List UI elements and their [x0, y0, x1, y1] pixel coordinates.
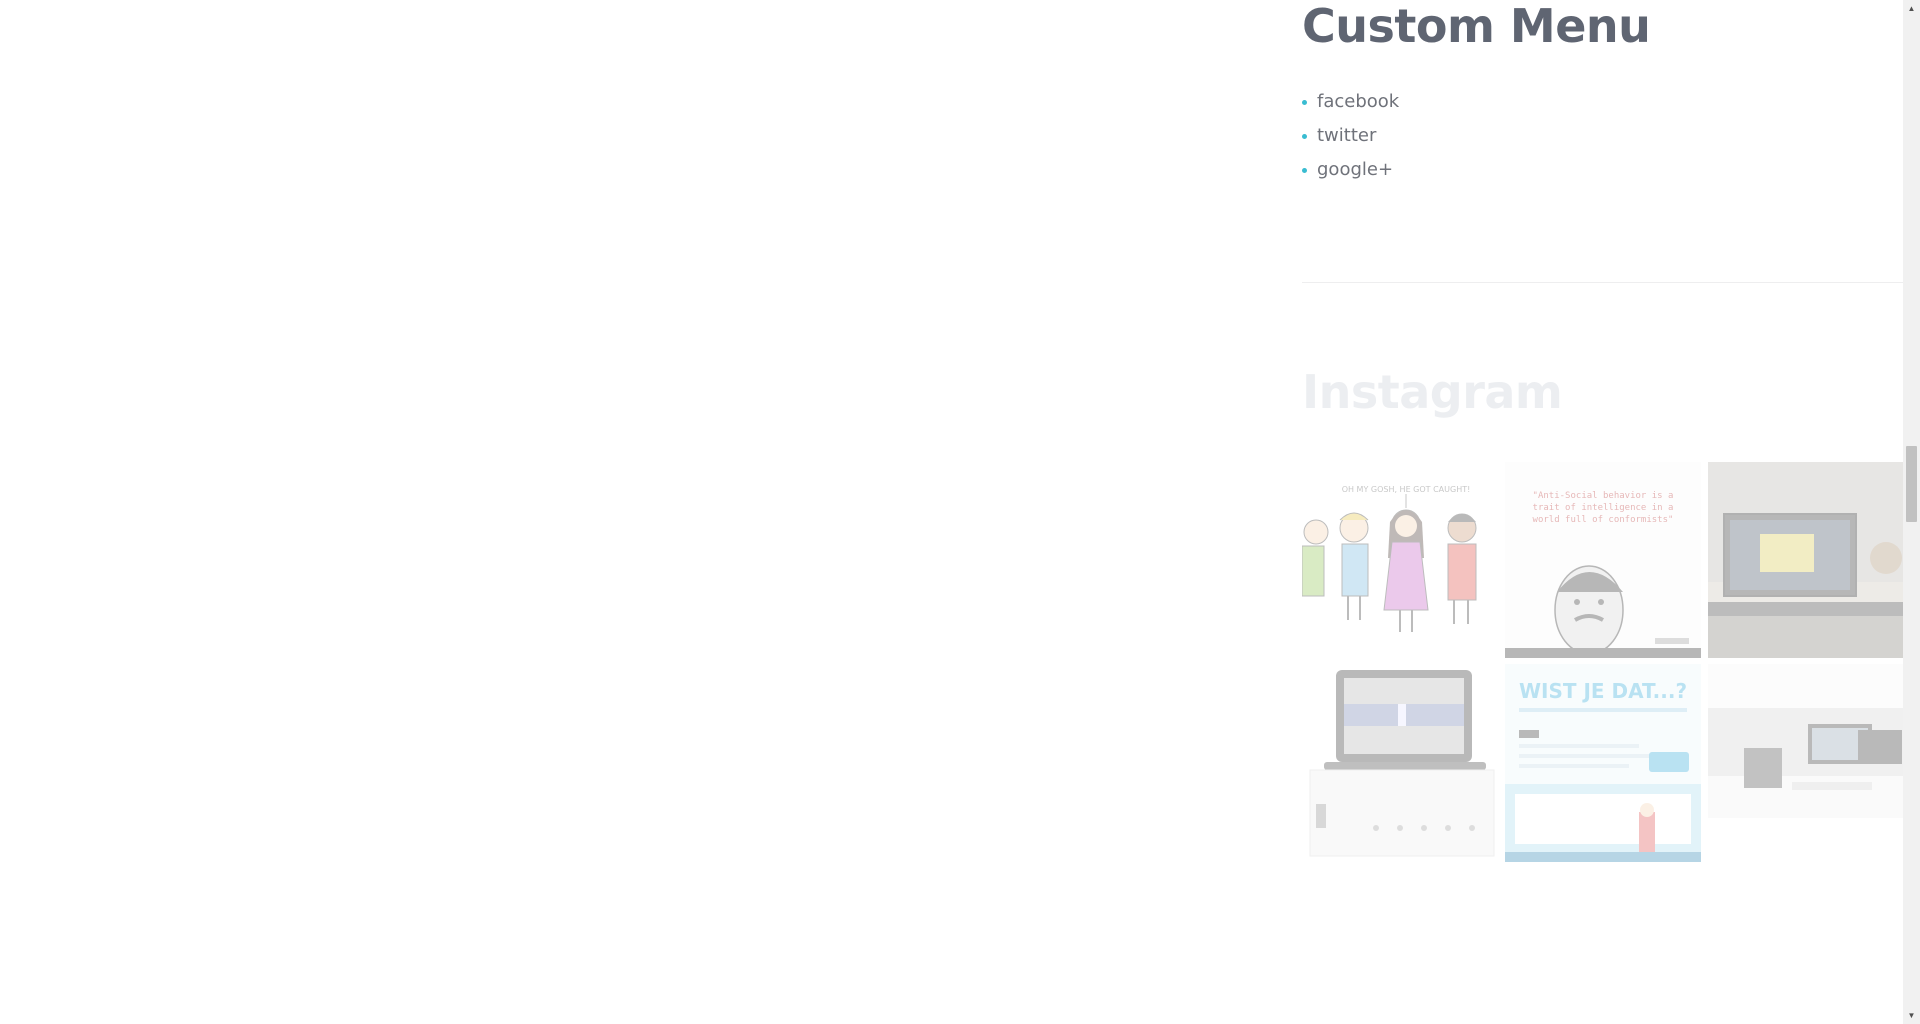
- page: Custom Menu facebook twitter google+ Ins…: [0, 0, 1920, 1024]
- tesla-quote-text: "Anti-Social behavior is a trait of inte…: [1532, 491, 1674, 525]
- workstation-photo: [1708, 664, 1904, 862]
- menu-item-facebook: facebook: [1302, 90, 1904, 124]
- menu-link-facebook[interactable]: facebook: [1317, 91, 1399, 112]
- instagram-grid: OH MY GOSH, HE GOT CAUGHT! "Anti-Social …: [1302, 462, 1904, 862]
- widget-divider: [1302, 282, 1904, 283]
- instagram-tile-wist-je-dat[interactable]: WIST JE DAT...?: [1505, 664, 1701, 862]
- custom-menu-list: facebook twitter google+: [1302, 90, 1904, 192]
- instagram-tile-tesla[interactable]: "Anti-Social behavior is a trait of inte…: [1505, 462, 1701, 658]
- scrollbar-thumb[interactable]: [1906, 446, 1917, 522]
- bullet-icon: [1302, 100, 1307, 105]
- menu-item-twitter: twitter: [1302, 124, 1904, 158]
- cartoon-caption: OH MY GOSH, HE GOT CAUGHT!: [1342, 485, 1471, 494]
- wist-je-dat-poster: WIST JE DAT...?: [1505, 664, 1701, 862]
- scroll-up-arrow-icon[interactable]: ▲: [1903, 0, 1920, 17]
- laptop-on-stand-photo: [1302, 664, 1498, 862]
- monitor-desk-photo: [1708, 462, 1904, 658]
- cartoon-group-image: OH MY GOSH, HE GOT CAUGHT!: [1302, 462, 1498, 658]
- bullet-icon: [1302, 134, 1307, 139]
- bullet-icon: [1302, 168, 1307, 173]
- instagram-tile-workstation[interactable]: [1708, 664, 1904, 862]
- instagram-tile-cartoon[interactable]: OH MY GOSH, HE GOT CAUGHT!: [1302, 462, 1498, 658]
- instagram-title: Instagram: [1302, 365, 1563, 419]
- menu-link-google-plus[interactable]: google+: [1317, 159, 1393, 180]
- vertical-scrollbar[interactable]: ▲ ▼: [1903, 0, 1920, 1024]
- tesla-quote-image: "Anti-Social behavior is a trait of inte…: [1505, 462, 1701, 658]
- instagram-tile-monitor[interactable]: [1708, 462, 1904, 658]
- instagram-tile-laptop[interactable]: [1302, 664, 1498, 862]
- menu-link-twitter[interactable]: twitter: [1317, 125, 1376, 146]
- poster-headline: WIST JE DAT...?: [1519, 679, 1687, 703]
- custom-menu-title: Custom Menu: [1302, 0, 1651, 53]
- sidebar: Custom Menu facebook twitter google+ Ins…: [1302, 0, 1904, 862]
- scroll-down-arrow-icon[interactable]: ▼: [1903, 1007, 1920, 1024]
- menu-item-google-plus: google+: [1302, 158, 1904, 192]
